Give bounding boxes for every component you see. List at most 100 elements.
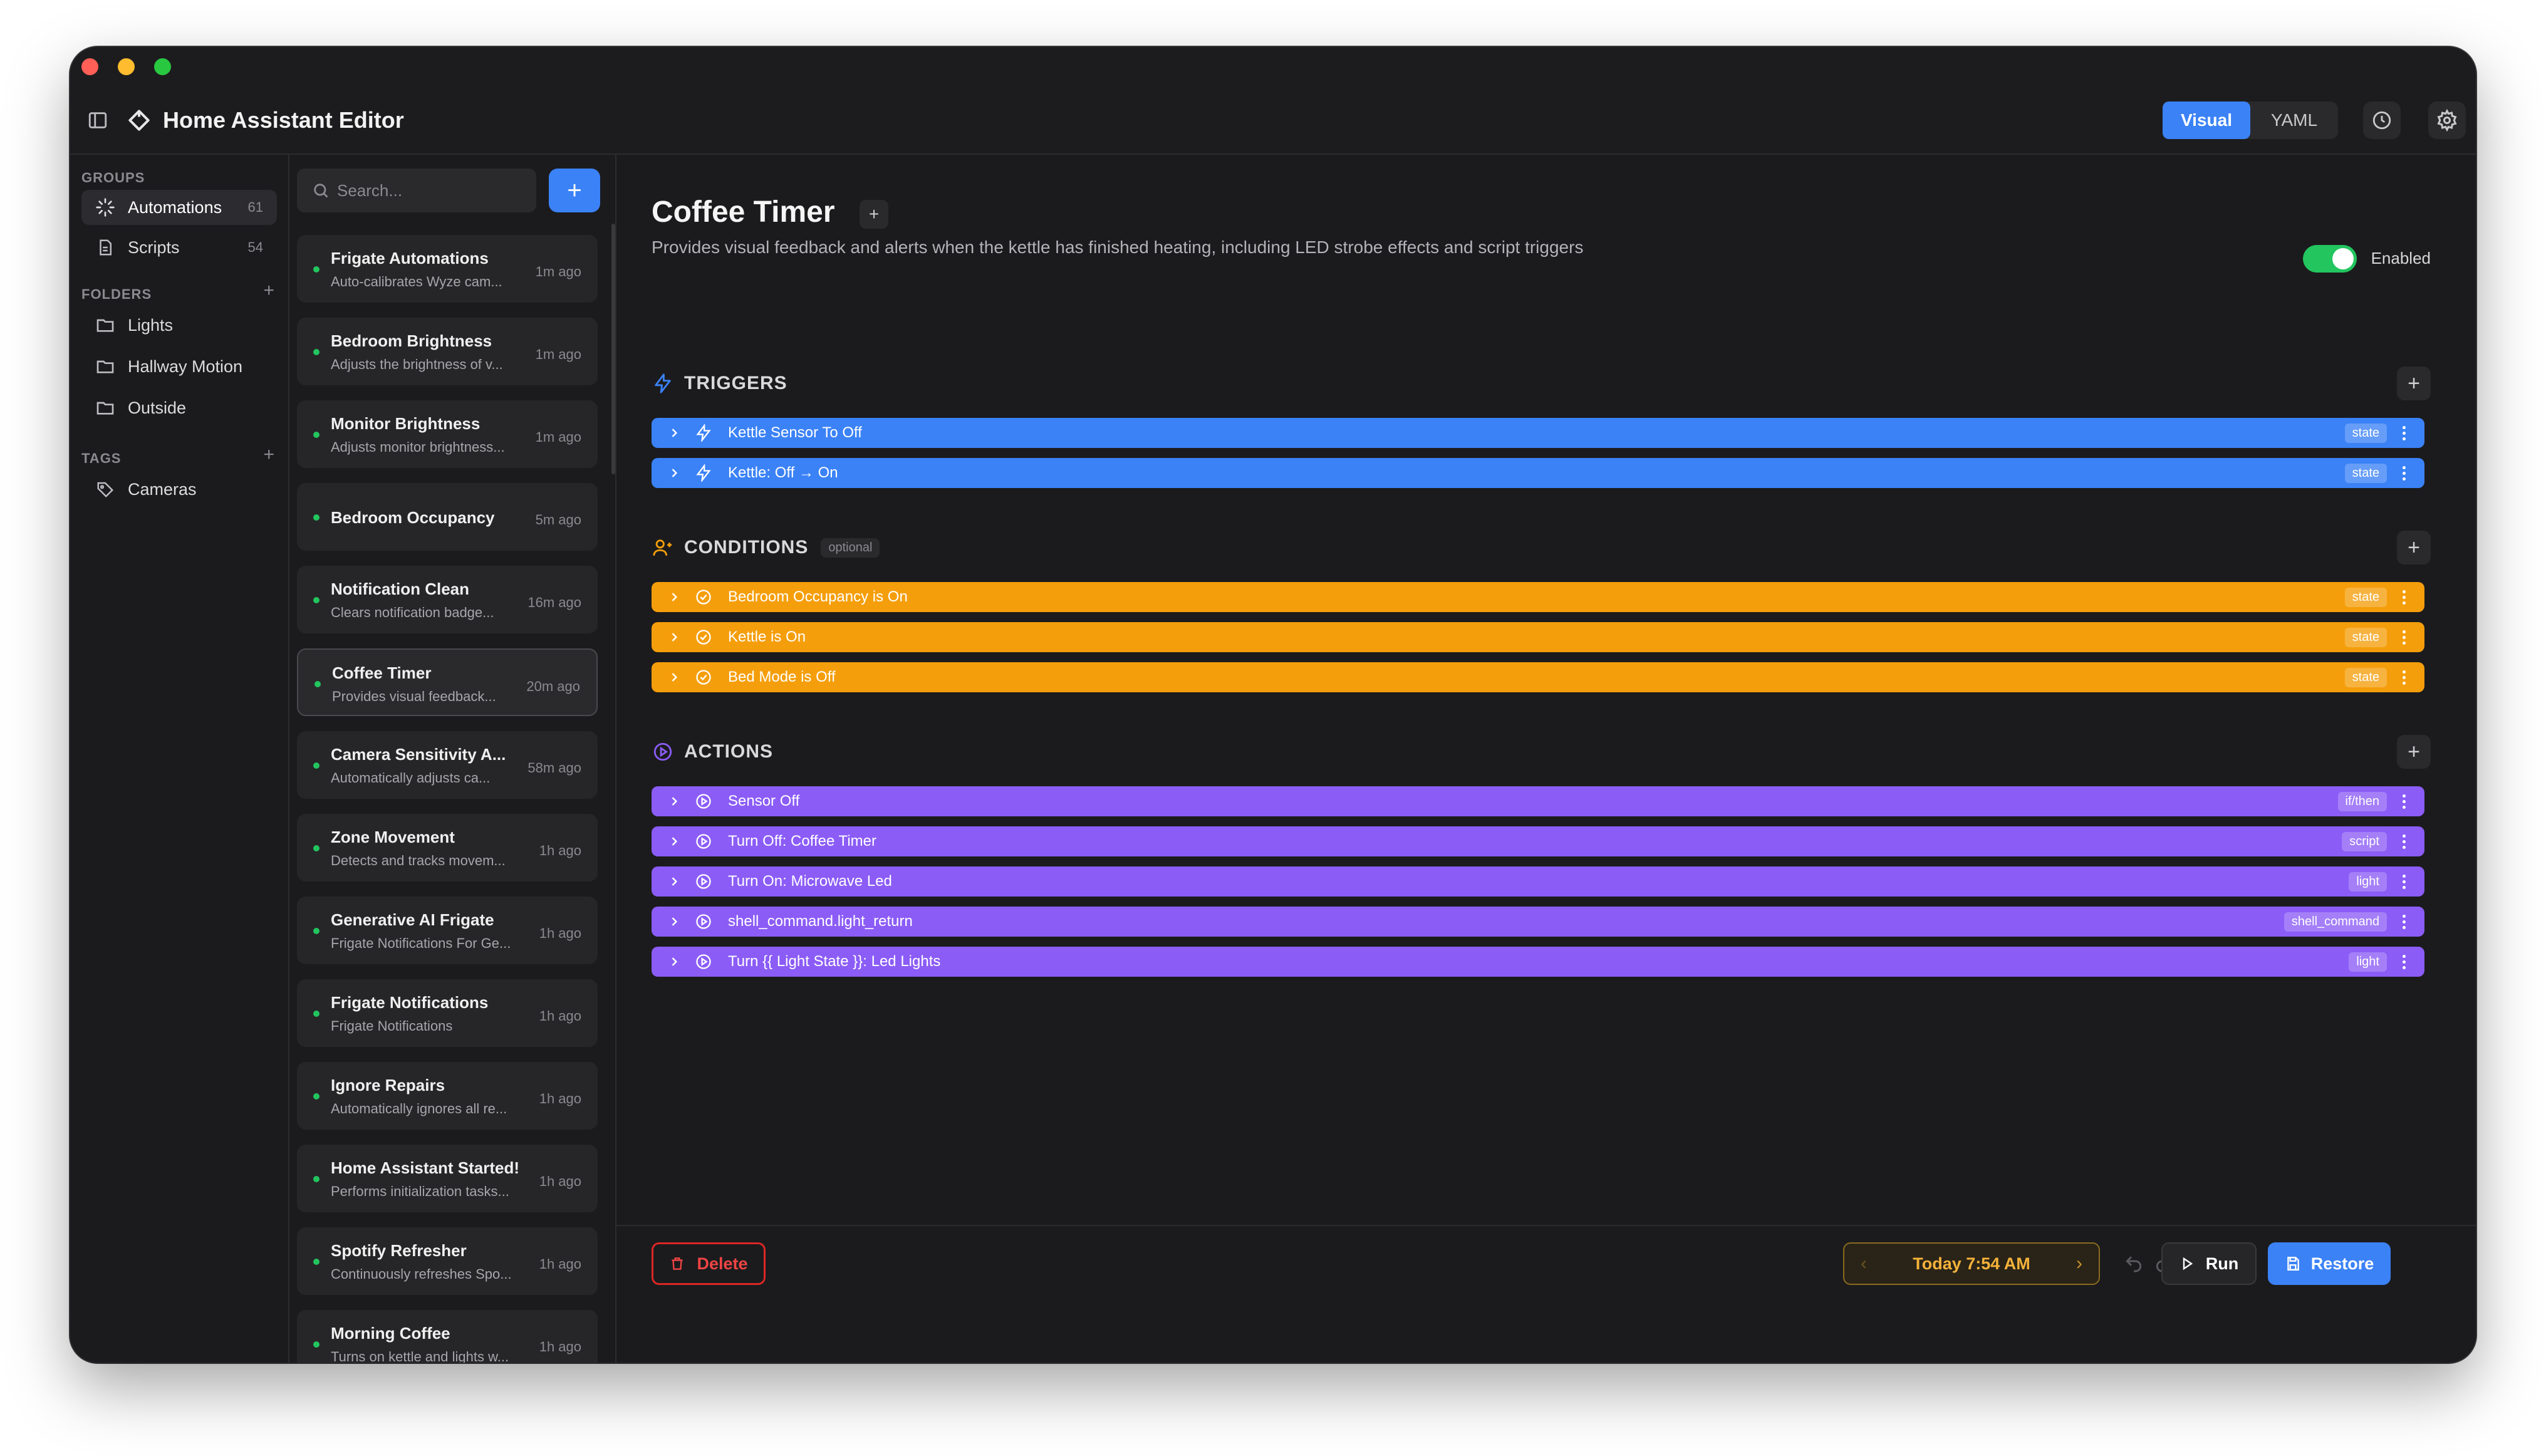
list-item[interactable]: Ignore Repairs Automatically ignores all … <box>297 1062 598 1130</box>
row-label: Bedroom Occupancy is On <box>728 588 908 605</box>
more-vertical-icon[interactable] <box>2399 590 2408 605</box>
row-label: Bed Mode is Off <box>728 668 836 685</box>
more-vertical-icon[interactable] <box>2399 874 2408 889</box>
automation-title[interactable]: Coffee Timer <box>652 195 835 229</box>
more-vertical-icon[interactable] <box>2399 670 2408 685</box>
editor: Coffee Timer + Provides visual feedback … <box>616 155 2476 1363</box>
row-badge: state <box>2344 423 2387 443</box>
more-vertical-icon[interactable] <box>2399 914 2408 929</box>
item-time: 58m ago <box>527 760 581 776</box>
condition-row[interactable]: Bed Mode is Off state <box>652 662 2424 692</box>
mode-switch: Visual YAML <box>2163 101 2338 139</box>
list-item[interactable]: Morning Coffee Turns on kettle and lights… <box>297 1310 598 1363</box>
maximize-window-button[interactable] <box>154 58 171 75</box>
chevron-right-icon[interactable] <box>668 467 683 479</box>
list-item[interactable]: Home Assistant Started! Performs initiali… <box>297 1145 598 1212</box>
more-vertical-icon[interactable] <box>2399 834 2408 849</box>
sidebar-item-scripts[interactable]: Scripts 54 <box>81 230 277 265</box>
action-row[interactable]: Sensor Off if/then <box>652 786 2424 816</box>
mode-visual-button[interactable]: Visual <box>2163 101 2250 139</box>
item-title: Morning Coffee <box>331 1324 450 1343</box>
sidebar-item-hallway-motion[interactable]: Hallway Motion <box>81 349 277 384</box>
restore-button[interactable]: Restore <box>2268 1242 2391 1285</box>
sidebar-item-cameras[interactable]: Cameras <box>81 472 277 507</box>
list-item[interactable]: Bedroom Brightness Adjusts the brightness… <box>297 318 598 385</box>
item-time: 16m ago <box>527 595 581 610</box>
settings-button[interactable] <box>2428 101 2466 139</box>
add-condition-button[interactable]: + <box>2397 531 2431 564</box>
minimize-window-button[interactable] <box>118 58 135 75</box>
list-scrollbar[interactable] <box>611 224 615 474</box>
automation-list: + Frigate Automations Auto-calibrates Wyz… <box>289 155 616 1363</box>
sidebar-item-lights[interactable]: Lights <box>81 308 277 343</box>
chevron-right-icon[interactable] <box>668 591 683 603</box>
run-button[interactable]: Run <box>2161 1242 2257 1285</box>
item-subtitle: Provides visual feedback... <box>332 689 496 704</box>
row-label: Turn On: Microwave Led <box>728 873 892 890</box>
add-action-button[interactable]: + <box>2397 735 2431 769</box>
chevron-right-icon[interactable] <box>668 875 683 888</box>
chevron-right-icon[interactable]: › <box>2076 1253 2082 1274</box>
action-row[interactable]: Turn Off: Coffee Timer script <box>652 826 2424 856</box>
add-trigger-button[interactable]: + <box>2397 367 2431 400</box>
enabled-toggle[interactable] <box>2303 245 2357 273</box>
trigger-row[interactable]: Kettle: Off → On state <box>652 458 2424 488</box>
automation-description[interactable]: Provides visual feedback and alerts when… <box>652 237 1583 257</box>
sidebar-toggle-icon[interactable] <box>85 108 110 133</box>
sidebar-item-automations[interactable]: Automations 61 <box>81 190 277 225</box>
row-badge: state <box>2344 463 2387 483</box>
list-item[interactable]: Spotify Refresher Continuously refreshes … <box>297 1227 598 1295</box>
folder-icon <box>94 397 117 419</box>
list-item[interactable]: Camera Sensitivity A... Automatically adj… <box>297 731 598 799</box>
more-vertical-icon[interactable] <box>2399 465 2408 481</box>
status-dot <box>313 1093 320 1100</box>
add-tag-button[interactable]: + <box>263 444 274 465</box>
chevron-right-icon[interactable] <box>668 671 683 684</box>
chevron-right-icon[interactable] <box>668 427 683 439</box>
status-dot <box>313 1341 320 1348</box>
item-subtitle: Adjusts monitor brightness... <box>331 439 505 455</box>
delete-button[interactable]: Delete <box>652 1242 766 1285</box>
list-item[interactable]: Frigate Automations Auto-calibrates Wyze … <box>297 235 598 303</box>
more-vertical-icon[interactable] <box>2399 425 2408 440</box>
trigger-row[interactable]: Kettle Sensor To Off state <box>652 418 2424 448</box>
add-tag-to-automation-button[interactable]: + <box>860 200 888 229</box>
undo-icon[interactable] <box>2121 1251 2146 1276</box>
app-title: Home Assistant Editor <box>163 107 404 133</box>
search-input[interactable] <box>336 180 526 201</box>
chevron-right-icon[interactable] <box>668 835 683 848</box>
mode-yaml-button[interactable]: YAML <box>2250 101 2338 139</box>
close-window-button[interactable] <box>81 58 98 75</box>
enabled-label: Enabled <box>2371 249 2431 268</box>
row-badge: light <box>2349 952 2387 972</box>
list-item[interactable]: Generative AI Frigate Frigate Notificatio… <box>297 897 598 964</box>
more-vertical-icon[interactable] <box>2399 794 2408 809</box>
item-title: Home Assistant Started! <box>331 1158 519 1177</box>
item-time: 1h ago <box>539 1256 581 1272</box>
add-automation-button[interactable]: + <box>549 169 600 212</box>
action-row[interactable]: Turn {{ Light State }}: Led Lights light <box>652 947 2424 977</box>
more-vertical-icon[interactable] <box>2399 630 2408 645</box>
list-item-selected[interactable]: Coffee Timer Provides visual feedback... 2… <box>297 648 598 716</box>
list-item[interactable]: Monitor Brightness Adjusts monitor bright… <box>297 400 598 468</box>
add-folder-button[interactable]: + <box>263 280 274 301</box>
history-button[interactable] <box>2363 101 2401 139</box>
chevron-left-icon[interactable]: ‹ <box>1861 1253 1867 1274</box>
chevron-right-icon[interactable] <box>668 631 683 643</box>
list-item[interactable]: Zone Movement Detects and tracks movem...… <box>297 814 598 881</box>
chevron-right-icon[interactable] <box>668 955 683 968</box>
folder-icon <box>94 355 117 378</box>
chevron-right-icon[interactable] <box>668 915 683 928</box>
more-vertical-icon[interactable] <box>2399 954 2408 969</box>
chevron-right-icon[interactable] <box>668 795 683 808</box>
sidebar-item-label: Lights <box>128 315 174 335</box>
action-row[interactable]: Turn On: Microwave Led light <box>652 866 2424 897</box>
list-item[interactable]: Notification Clean Clears notification ba… <box>297 566 598 633</box>
condition-row[interactable]: Kettle is On state <box>652 622 2424 652</box>
list-item[interactable]: Frigate Notifications Frigate Notificatio… <box>297 979 598 1047</box>
list-item[interactable]: Bedroom Occupancy 5m ago <box>297 483 598 551</box>
time-label[interactable]: Today 7:54 AM <box>1913 1254 2030 1274</box>
action-row[interactable]: shell_command.light_return shell_command <box>652 907 2424 937</box>
sidebar-item-outside[interactable]: Outside <box>81 390 277 425</box>
condition-row[interactable]: Bedroom Occupancy is On state <box>652 582 2424 612</box>
